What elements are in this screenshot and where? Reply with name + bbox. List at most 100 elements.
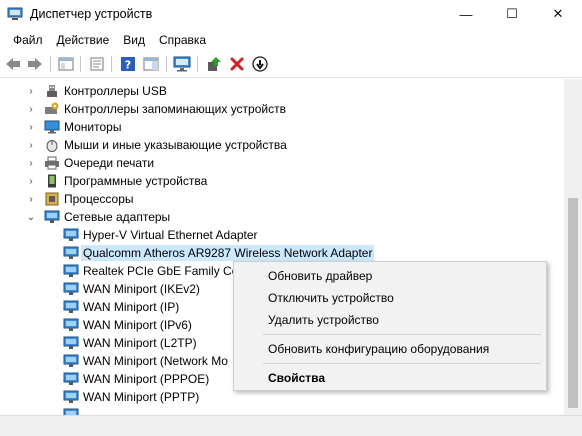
network-adapter-icon	[63, 372, 79, 385]
tree-item-label: WAN Miniport (PPTP)	[83, 390, 200, 404]
context-disable-device[interactable]: Отключить устройство	[268, 291, 394, 305]
action-pane-icon	[143, 57, 159, 71]
network-adapter-icon	[63, 336, 79, 349]
tree-category-print-queues[interactable]: › Очереди печати	[0, 154, 564, 172]
console-tree-icon	[58, 57, 74, 71]
properties-icon	[90, 57, 104, 71]
tree-item-adapter[interactable]: Hyper-V Virtual Ethernet Adapter	[0, 226, 564, 244]
tree-item-label: Qualcomm Atheros AR9287 Wireless Network…	[81, 245, 375, 261]
mouse-icon	[46, 140, 58, 152]
chevron-right-icon[interactable]: ›	[26, 194, 36, 205]
toolbar: ?	[0, 51, 582, 78]
title-bar: Диспетчер устройств — ☐ ✕	[0, 0, 582, 28]
tree-category-network-adapters[interactable]: ⌄ Сетевые адаптеры	[0, 208, 564, 226]
tree-category-label: Мыши и иные указывающие устройства	[64, 138, 287, 152]
menu-bar: Файл Действие Вид Справка	[0, 30, 582, 50]
context-scan-hardware[interactable]: Обновить конфигурацию оборудования	[268, 342, 489, 356]
network-adapter-icon	[44, 210, 60, 223]
chevron-right-icon[interactable]: ›	[26, 158, 36, 169]
chevron-right-icon[interactable]: ›	[26, 122, 36, 133]
toolbar-separator	[50, 56, 51, 72]
monitor-scan-icon	[173, 56, 191, 72]
toolbar-separator	[166, 56, 167, 72]
processor-icon	[45, 192, 59, 206]
forward-button[interactable]	[26, 55, 44, 73]
tree-category-processors[interactable]: › Процессоры	[0, 190, 564, 208]
network-adapter-icon	[63, 300, 79, 313]
context-properties[interactable]: Свойства	[268, 371, 325, 385]
chevron-right-icon[interactable]: ›	[26, 86, 36, 97]
tree-item-label: WAN Miniport (Network Mo	[83, 354, 228, 368]
network-adapter-icon	[63, 282, 79, 295]
svg-text:?: ?	[125, 59, 131, 72]
context-separator	[263, 334, 541, 335]
minimize-button[interactable]: —	[443, 0, 489, 28]
maximize-button[interactable]: ☐	[489, 0, 535, 28]
software-device-icon	[48, 174, 56, 188]
tree-category-usb[interactable]: › Контроллеры USB	[0, 82, 564, 100]
network-adapter-icon	[63, 318, 79, 331]
disable-icon	[252, 56, 268, 72]
action-pane-button[interactable]	[142, 55, 160, 73]
tree-item-label: WAN Miniport (IP)	[83, 300, 180, 314]
tree-category-label: Мониторы	[64, 120, 122, 134]
tree-category-label: Контроллеры запоминающих устройств	[64, 102, 286, 116]
arrow-right-icon	[28, 58, 42, 70]
network-adapter-icon	[63, 228, 79, 241]
tree-category-label: Контроллеры USB	[64, 84, 167, 98]
show-hide-console-tree-button[interactable]	[57, 55, 75, 73]
context-update-driver[interactable]: Обновить драйвер	[268, 269, 372, 283]
tree-item-label: WAN Miniport (L2TP)	[83, 336, 197, 350]
tree-item-adapter-selected[interactable]: Qualcomm Atheros AR9287 Wireless Network…	[0, 244, 564, 262]
printer-icon	[45, 156, 59, 170]
usb-icon	[47, 85, 57, 97]
monitor-icon	[44, 120, 60, 134]
help-icon: ?	[121, 57, 135, 72]
tree-category-label: Процессоры	[64, 192, 134, 206]
window-title: Диспетчер устройств	[30, 7, 153, 21]
tree-category-storage-controllers[interactable]: › Контроллеры запоминающих устройств	[0, 100, 564, 118]
disable-device-button[interactable]	[251, 55, 269, 73]
tree-item-label: Hyper-V Virtual Ethernet Adapter	[83, 228, 258, 242]
tree-category-label: Программные устройства	[64, 174, 208, 188]
scrollbar-thumb[interactable]	[568, 198, 578, 408]
uninstall-device-button[interactable]	[228, 55, 246, 73]
close-button[interactable]: ✕	[535, 0, 581, 28]
tree-category-mice[interactable]: › Мыши и иные указывающие устройства	[0, 136, 564, 154]
chevron-right-icon[interactable]: ›	[26, 176, 36, 187]
tree-category-label: Очереди печати	[64, 156, 155, 170]
delete-icon	[230, 57, 244, 71]
chevron-down-icon[interactable]: ⌄	[26, 212, 36, 223]
tree-category-label: Сетевые адаптеры	[64, 210, 171, 224]
tree-item-label: WAN Miniport (IPv6)	[83, 318, 192, 332]
context-menu: Обновить драйвер Отключить устройство Уд…	[233, 261, 547, 391]
help-button[interactable]: ?	[119, 55, 137, 73]
menu-file[interactable]: Файл	[6, 33, 50, 47]
network-adapter-icon	[63, 264, 79, 277]
toolbar-separator	[197, 56, 198, 72]
menu-action[interactable]: Действие	[50, 33, 117, 47]
properties-toolbar-button[interactable]	[88, 55, 106, 73]
status-bar	[0, 415, 582, 436]
back-button[interactable]	[4, 55, 22, 73]
storage-controller-icon	[45, 102, 59, 114]
arrow-left-icon	[6, 58, 20, 70]
add-driver-button[interactable]	[205, 55, 223, 73]
device-manager-icon	[7, 7, 23, 20]
context-separator	[263, 363, 541, 364]
menu-view[interactable]: Вид	[116, 33, 152, 47]
tree-category-software-devices[interactable]: › Программные устройства	[0, 172, 564, 190]
menu-help[interactable]: Справка	[152, 33, 213, 47]
network-adapter-icon	[63, 408, 79, 415]
chevron-right-icon[interactable]: ›	[26, 140, 36, 151]
tree-item-adapter-partial[interactable]	[0, 406, 564, 415]
toolbar-separator	[80, 56, 81, 72]
tree-category-monitors[interactable]: › Мониторы	[0, 118, 564, 136]
tree-item-label: WAN Miniport (IKEv2)	[83, 282, 200, 296]
chevron-right-icon[interactable]: ›	[26, 104, 36, 115]
tree-item-label: Realtek PCIe GbE Family Con	[83, 264, 246, 278]
context-uninstall-device[interactable]: Удалить устройство	[268, 313, 379, 327]
scan-hardware-button[interactable]	[173, 55, 191, 73]
network-adapter-icon	[63, 354, 79, 367]
network-adapter-icon	[63, 390, 79, 403]
